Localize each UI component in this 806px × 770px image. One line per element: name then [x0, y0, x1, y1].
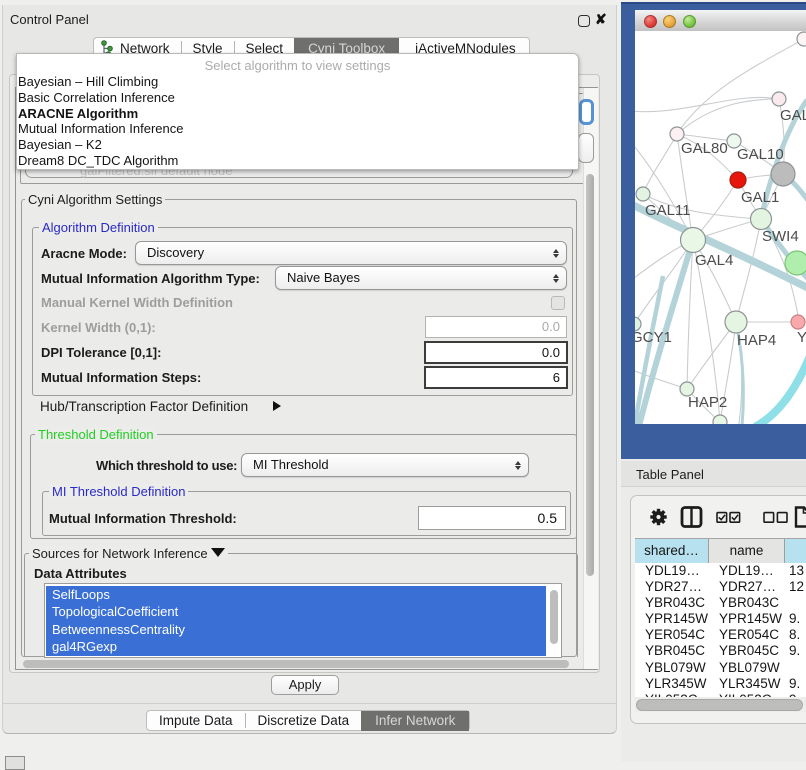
svg-text:GAL80: GAL80: [681, 140, 728, 157]
svg-text:HAP4: HAP4: [737, 332, 776, 349]
svg-text:YJ: YJ: [797, 329, 806, 346]
svg-text:SWI4: SWI4: [762, 228, 799, 245]
svg-text:GAL10: GAL10: [737, 146, 784, 163]
svg-text:GAL11: GAL11: [645, 202, 691, 219]
svg-text:GAL1: GAL1: [741, 189, 779, 206]
svg-text:GAL4: GAL4: [695, 252, 733, 269]
svg-text:GAL2: GAL2: [780, 107, 806, 124]
svg-text:HAP2: HAP2: [688, 394, 727, 411]
svg-text:GCY1: GCY1: [635, 329, 672, 346]
